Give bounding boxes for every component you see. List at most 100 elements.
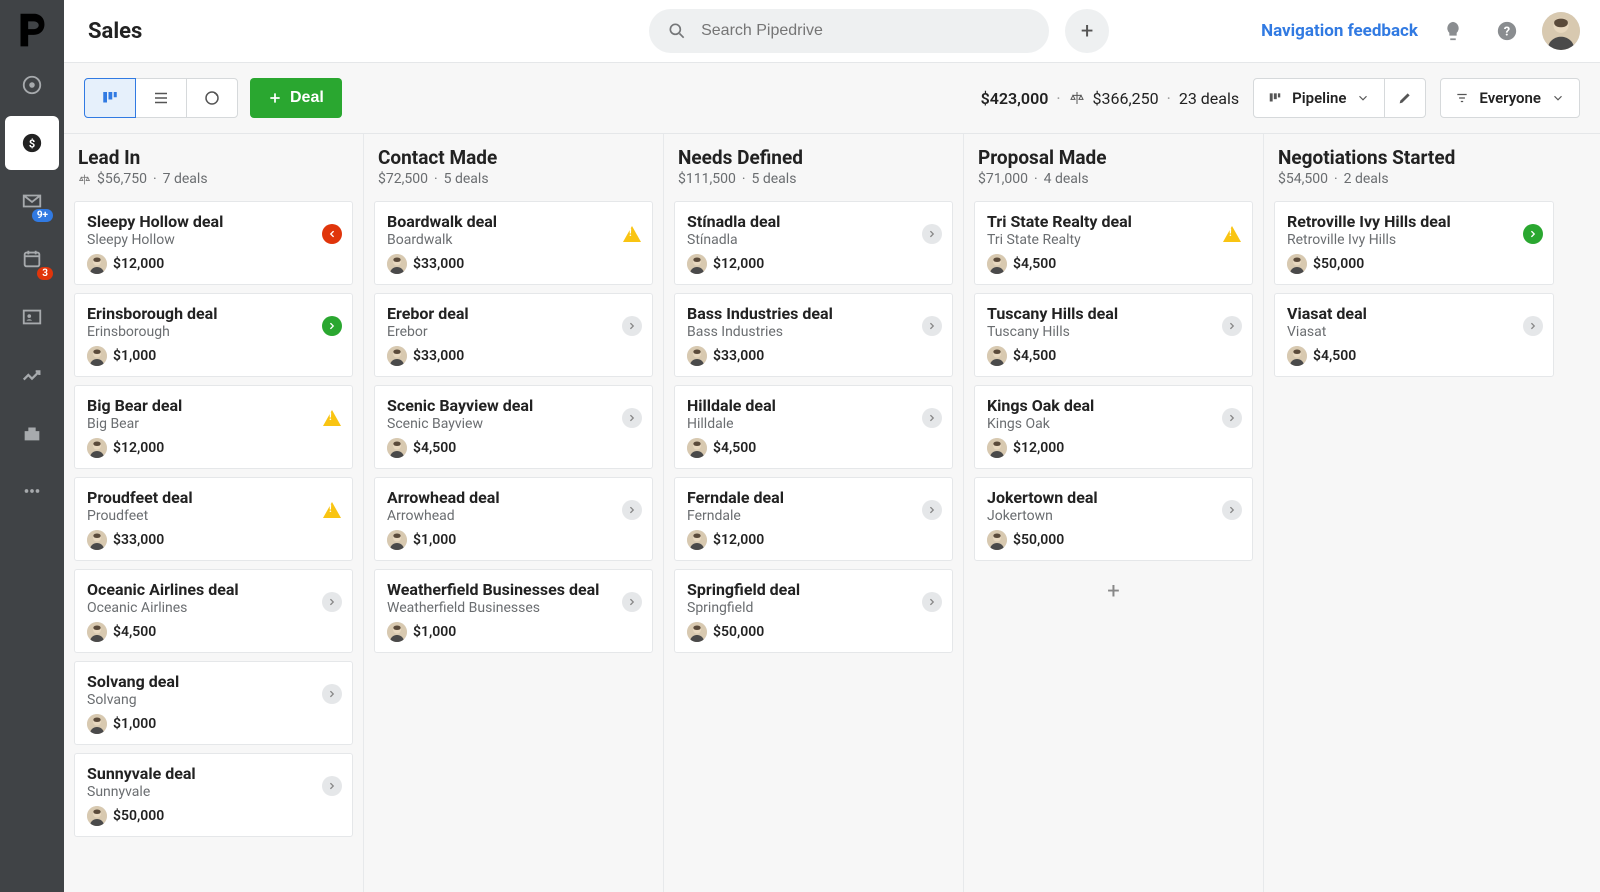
deal-card[interactable]: Weatherfield Businesses deal Weatherfiel… xyxy=(374,569,653,653)
column-title: Contact Made xyxy=(378,146,649,169)
add-deal-placeholder[interactable]: + xyxy=(974,569,1253,613)
sidebar-item-products[interactable] xyxy=(5,406,59,460)
deal-status-icon xyxy=(922,316,942,336)
deal-card[interactable]: Boardwalk deal Boardwalk $33,000 xyxy=(374,201,653,285)
owner-filter-label: Everyone xyxy=(1479,89,1541,107)
search-box[interactable] xyxy=(649,9,1049,53)
deal-card[interactable]: Sunnyvale deal Sunnyvale $50,000 xyxy=(74,753,353,837)
deal-card[interactable]: Hilldale deal Hilldale $4,500 xyxy=(674,385,953,469)
deal-card[interactable]: Solvang deal Solvang $1,000 xyxy=(74,661,353,745)
deal-card[interactable]: Bass Industries deal Bass Industries $33… xyxy=(674,293,953,377)
deal-card[interactable]: Arrowhead deal Arrowhead $1,000 xyxy=(374,477,653,561)
deal-status-icon xyxy=(322,592,342,612)
deal-card[interactable]: Stínadla deal Stínadla $12,000 xyxy=(674,201,953,285)
deal-title: Jokertown deal xyxy=(987,488,1240,507)
deal-org: Kings Oak xyxy=(987,416,1240,432)
kanban-view-button[interactable] xyxy=(84,78,136,118)
owner-avatar xyxy=(1287,346,1307,366)
deal-card[interactable]: Jokertown deal Jokertown $50,000 xyxy=(974,477,1253,561)
user-avatar[interactable] xyxy=(1542,12,1580,50)
deal-org: Erebor xyxy=(387,324,640,340)
deal-value: $12,000 xyxy=(713,532,764,548)
deal-title: Weatherfield Businesses deal xyxy=(387,580,640,599)
deal-org: Tri State Realty xyxy=(987,232,1240,248)
deal-status-icon xyxy=(322,408,342,428)
app-logo[interactable] xyxy=(9,8,55,54)
deal-status-icon xyxy=(322,776,342,796)
column-title: Lead In xyxy=(78,146,349,169)
deal-title: Arrowhead deal xyxy=(387,488,640,507)
owner-avatar xyxy=(387,254,407,274)
view-toggle xyxy=(84,78,238,118)
deal-card[interactable]: Erebor deal Erebor $33,000 xyxy=(374,293,653,377)
deal-value: $4,500 xyxy=(413,440,456,456)
deal-title: Bass Industries deal xyxy=(687,304,940,323)
column-title: Negotiations Started xyxy=(1278,146,1550,169)
deal-title: Hilldale deal xyxy=(687,396,940,415)
pipeline-icon xyxy=(1268,91,1282,105)
deal-org: Stínadla xyxy=(687,232,940,248)
owner-avatar xyxy=(687,530,707,550)
deal-card[interactable]: Scenic Bayview deal Scenic Bayview $4,50… xyxy=(374,385,653,469)
sidebar-item-contacts[interactable] xyxy=(5,290,59,344)
deal-org: Solvang xyxy=(87,692,340,708)
edit-pipeline-button[interactable] xyxy=(1384,78,1426,118)
deal-card[interactable]: Springfield deal Springfield $50,000 xyxy=(674,569,953,653)
column-cards: Boardwalk deal Boardwalk $33,000 Erebor … xyxy=(364,195,663,659)
deal-card[interactable]: Proudfeet deal Proudfeet $33,000 xyxy=(74,477,353,561)
deal-status-icon xyxy=(322,684,342,704)
add-deal-button[interactable]: Deal xyxy=(250,78,342,118)
quick-add-button[interactable]: + xyxy=(1065,9,1109,53)
deal-card[interactable]: Retroville Ivy Hills deal Retroville Ivy… xyxy=(1274,201,1554,285)
deal-card[interactable]: Big Bear deal Big Bear $12,000 xyxy=(74,385,353,469)
deal-value: $1,000 xyxy=(413,624,456,640)
deal-org: Tuscany Hills xyxy=(987,324,1240,340)
deal-card[interactable]: Oceanic Airlines deal Oceanic Airlines $… xyxy=(74,569,353,653)
pipeline-column: Negotiations Started $54,500 · 2 deals R… xyxy=(1264,134,1564,892)
search-icon xyxy=(667,21,687,41)
owner-avatar xyxy=(1287,254,1307,274)
sidebar-item-insights[interactable] xyxy=(5,348,59,402)
list-view-button[interactable] xyxy=(135,78,187,118)
owner-avatar xyxy=(387,622,407,642)
owner-filter[interactable]: Everyone xyxy=(1440,78,1580,118)
deal-title: Proudfeet deal xyxy=(87,488,340,507)
deal-value: $4,500 xyxy=(1013,256,1056,272)
search-input[interactable] xyxy=(701,22,1031,40)
column-header: Negotiations Started $54,500 · 2 deals xyxy=(1264,134,1564,195)
help-button[interactable]: ? xyxy=(1488,12,1526,50)
deal-title: Erebor deal xyxy=(387,304,640,323)
deal-card[interactable]: Sleepy Hollow deal Sleepy Hollow $12,000 xyxy=(74,201,353,285)
deal-status-icon xyxy=(622,408,642,428)
forecast-view-button[interactable] xyxy=(186,78,238,118)
deal-org: Bass Industries xyxy=(687,324,940,340)
deal-org: Retroville Ivy Hills xyxy=(1287,232,1541,248)
sidebar-item-more[interactable] xyxy=(5,464,59,518)
column-subtitle: $56,750 · 7 deals xyxy=(78,171,349,187)
column-title: Proposal Made xyxy=(978,146,1249,169)
sidebar-item-leads[interactable] xyxy=(5,58,59,112)
owner-avatar xyxy=(987,346,1007,366)
owner-avatar xyxy=(987,530,1007,550)
tips-button[interactable] xyxy=(1434,12,1472,50)
deal-status-icon xyxy=(622,500,642,520)
navigation-feedback-link[interactable]: Navigation feedback xyxy=(1261,21,1418,41)
pipeline-selector[interactable]: Pipeline xyxy=(1253,78,1385,118)
sidebar-item-deals[interactable]: $ xyxy=(5,116,59,170)
deal-card[interactable]: Tri State Realty deal Tri State Realty $… xyxy=(974,201,1253,285)
deal-card[interactable]: Erinsborough deal Erinsborough $1,000 xyxy=(74,293,353,377)
column-subtitle: $71,000 · 4 deals xyxy=(978,171,1249,187)
deal-value: $12,000 xyxy=(1013,440,1064,456)
sidebar-item-mail[interactable]: 9+ xyxy=(5,174,59,228)
deal-card[interactable]: Ferndale deal Ferndale $12,000 xyxy=(674,477,953,561)
owner-avatar xyxy=(87,622,107,642)
sidebar-item-activities[interactable]: 3 xyxy=(5,232,59,286)
summary-weighted: $366,250 xyxy=(1093,89,1159,108)
deal-org: Hilldale xyxy=(687,416,940,432)
deal-card[interactable]: Viasat deal Viasat $4,500 xyxy=(1274,293,1554,377)
kanban-board: Lead In $56,750 · 7 deals Sleepy Hollow … xyxy=(64,134,1600,892)
deal-card[interactable]: Tuscany Hills deal Tuscany Hills $4,500 xyxy=(974,293,1253,377)
deal-card[interactable]: Kings Oak deal Kings Oak $12,000 xyxy=(974,385,1253,469)
deal-value: $50,000 xyxy=(1013,532,1064,548)
warning-icon xyxy=(1223,226,1241,242)
